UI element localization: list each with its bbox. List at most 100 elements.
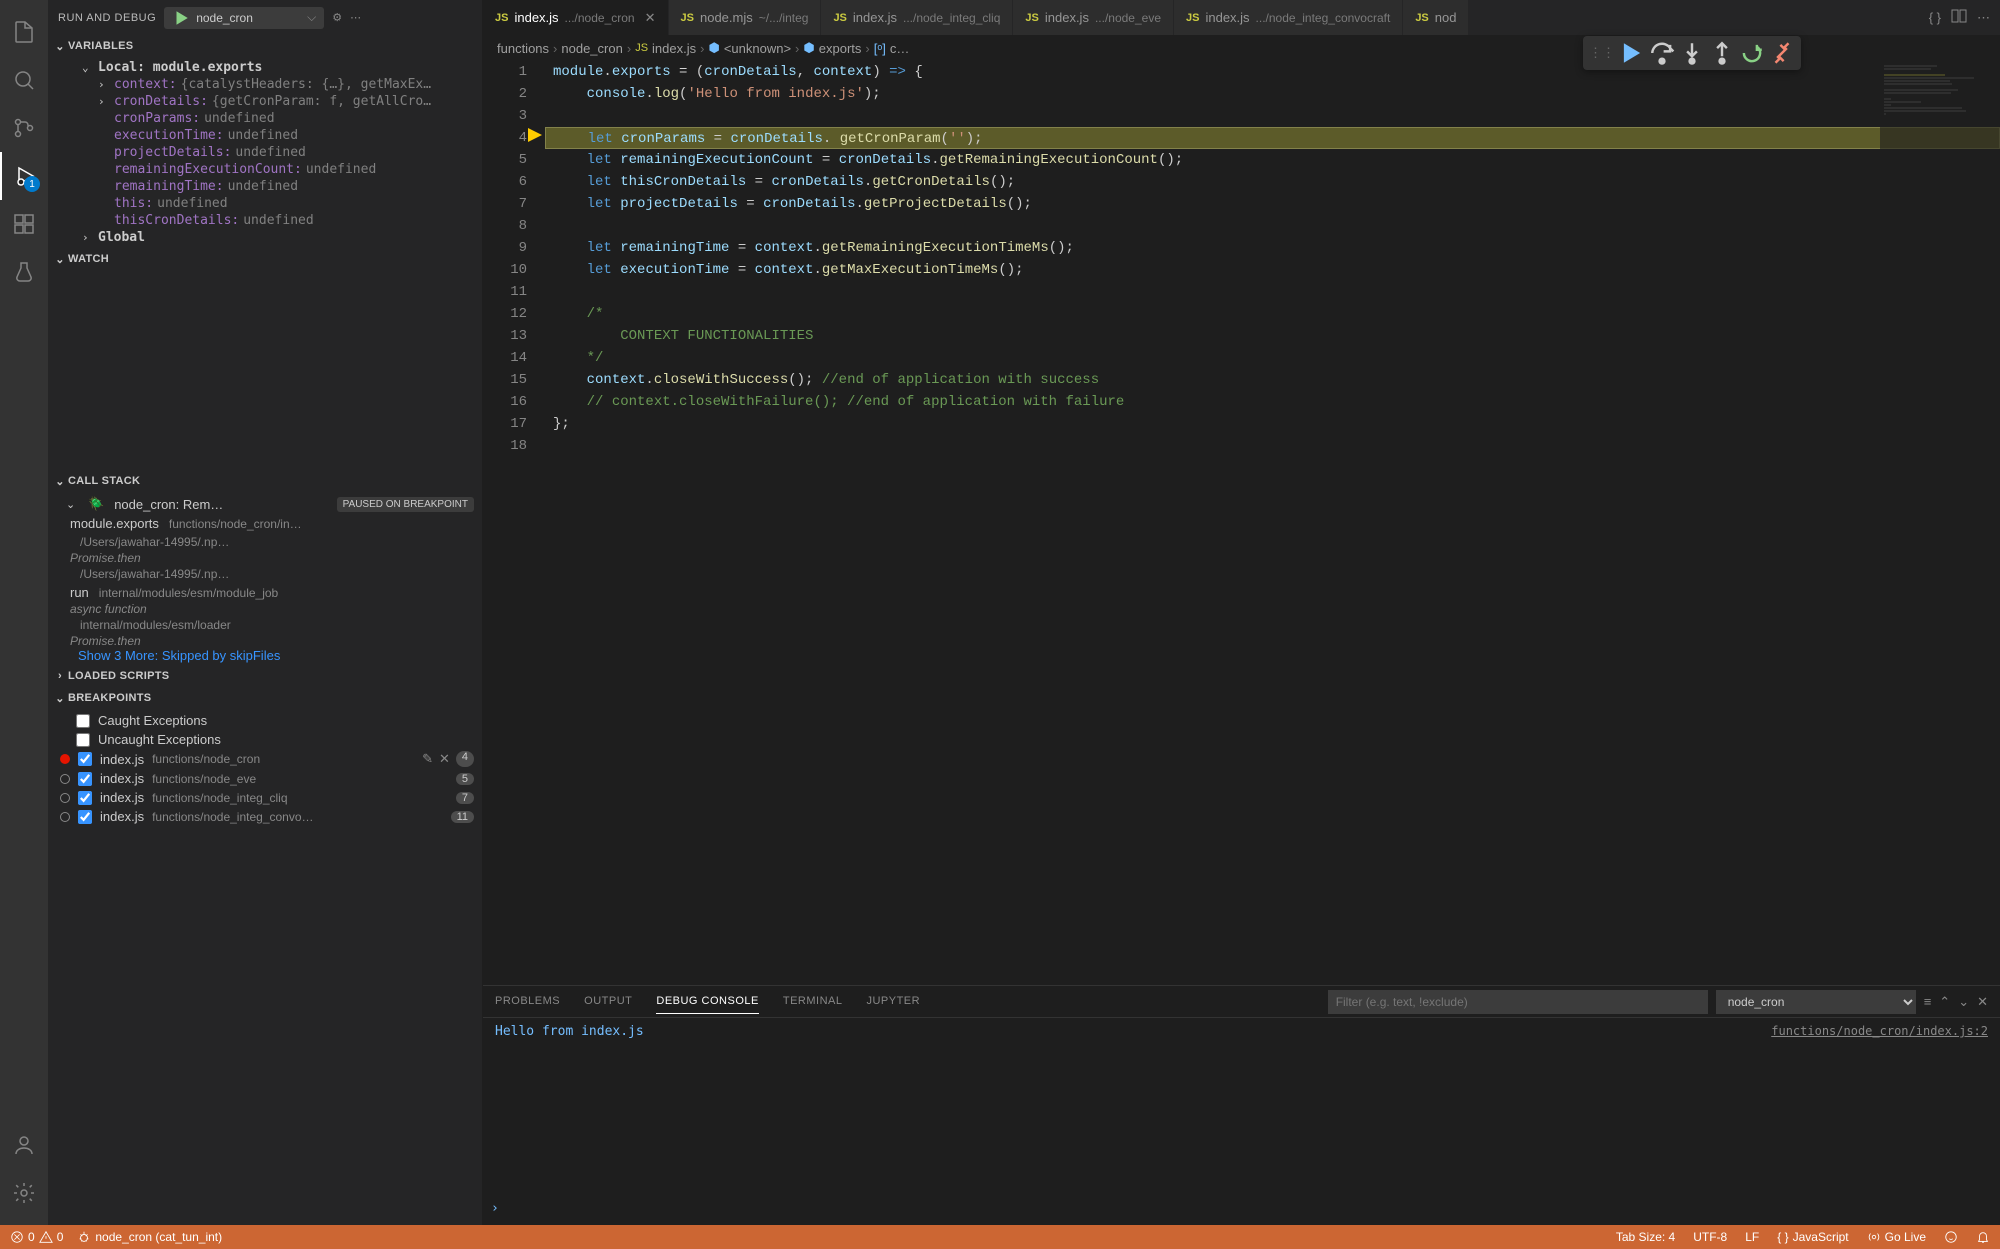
code-line[interactable]: CONTEXT FUNCTIONALITIES bbox=[545, 325, 2000, 347]
editor-body[interactable]: 123456789101112131415161718 module.expor… bbox=[483, 61, 2000, 985]
status-eol[interactable]: LF bbox=[1745, 1230, 1759, 1244]
source-control-icon[interactable] bbox=[0, 104, 48, 152]
breakpoints-section[interactable]: ⌄ BREAKPOINTS bbox=[48, 687, 482, 709]
code-line[interactable]: let thisCronDetails = cronDetails.getCro… bbox=[545, 171, 2000, 193]
code-line[interactable]: let executionTime = context.getMaxExecut… bbox=[545, 259, 2000, 281]
checkbox[interactable] bbox=[76, 733, 90, 747]
breakpoint-row[interactable]: index.jsfunctions/node_integ_convo…11 bbox=[48, 807, 482, 826]
edit-icon[interactable]: ✎ bbox=[422, 751, 433, 767]
callstack-frame[interactable]: /Users/jawahar-14995/.np… bbox=[48, 565, 482, 583]
close-icon[interactable]: ✕ bbox=[439, 751, 450, 767]
extensions-icon[interactable] bbox=[0, 200, 48, 248]
debug-config-select[interactable]: node_cron ⌵ bbox=[164, 7, 324, 29]
checkbox[interactable] bbox=[78, 791, 92, 805]
callstack-frame[interactable]: internal/modules/esm/loader bbox=[48, 616, 482, 634]
callstack-frame[interactable]: /Users/jawahar-14995/.np… bbox=[48, 533, 482, 551]
editor-tab[interactable]: JSindex.js.../node_cron✕ bbox=[483, 0, 669, 35]
callstack-frame[interactable]: runinternal/modules/esm/module_job bbox=[48, 583, 482, 602]
variable-row[interactable]: executionTime: undefined bbox=[48, 127, 482, 144]
more-icon[interactable]: ⋯ bbox=[350, 11, 361, 24]
panel-tab[interactable]: OUTPUT bbox=[584, 989, 632, 1014]
code-line[interactable] bbox=[545, 215, 2000, 237]
breakpoint-row[interactable]: index.jsfunctions/node_eve5 bbox=[48, 769, 482, 788]
code-line[interactable]: let projectDetails = cronDetails.getProj… bbox=[545, 193, 2000, 215]
status-tab-size[interactable]: Tab Size: 4 bbox=[1616, 1230, 1675, 1244]
code-line[interactable]: // context.closeWithFailure(); //end of … bbox=[545, 391, 2000, 413]
console-session-select[interactable]: node_cron bbox=[1716, 990, 1916, 1014]
checkbox[interactable] bbox=[78, 810, 92, 824]
drag-handle-icon[interactable]: ⋮⋮ bbox=[1589, 40, 1615, 66]
status-bell-icon[interactable] bbox=[1976, 1230, 1990, 1244]
breakpoint-row[interactable]: index.jsfunctions/node_cron✎✕4 bbox=[48, 749, 482, 769]
loaded-scripts-section[interactable]: › LOADED SCRIPTS bbox=[48, 665, 482, 687]
run-debug-icon[interactable]: 1 bbox=[0, 152, 48, 200]
code-line[interactable]: let remainingTime = context.getRemaining… bbox=[545, 237, 2000, 259]
variable-row[interactable]: cronParams: undefined bbox=[48, 110, 482, 127]
console-filter-input[interactable] bbox=[1328, 990, 1708, 1014]
editor-tab[interactable]: JSindex.js.../node_eve bbox=[1013, 0, 1174, 35]
scope-global[interactable]: › Global bbox=[48, 229, 482, 246]
close-icon[interactable]: ✕ bbox=[1977, 994, 1988, 1010]
status-debug-target[interactable]: node_cron (cat_tun_int) bbox=[77, 1230, 222, 1244]
variable-row[interactable]: remainingTime: undefined bbox=[48, 178, 482, 195]
status-go-live[interactable]: Go Live bbox=[1867, 1230, 1926, 1244]
editor-tab[interactable]: JSnod bbox=[1403, 0, 1469, 35]
explorer-icon[interactable] bbox=[0, 8, 48, 56]
code-line[interactable] bbox=[545, 281, 2000, 303]
split-icon[interactable] bbox=[1951, 8, 1967, 27]
console-prompt[interactable]: › bbox=[483, 1201, 2000, 1225]
checkbox[interactable] bbox=[78, 772, 92, 786]
code-line[interactable] bbox=[545, 435, 2000, 457]
more-icon[interactable]: ⋯ bbox=[1977, 10, 1990, 26]
close-icon[interactable]: ✕ bbox=[645, 10, 656, 26]
breakpoint-row[interactable]: index.jsfunctions/node_integ_cliq7 bbox=[48, 788, 482, 807]
list-icon[interactable]: ≡ bbox=[1924, 994, 1932, 1009]
step-over-button[interactable] bbox=[1649, 40, 1675, 66]
code-line[interactable]: }; bbox=[545, 413, 2000, 435]
variable-row[interactable]: ›context: {catalystHeaders: {…}, getMaxE… bbox=[48, 76, 482, 93]
skip-files-link[interactable]: Show 3 More: Skipped by skipFiles bbox=[48, 648, 482, 663]
checkbox[interactable] bbox=[76, 714, 90, 728]
code-line[interactable]: context.closeWithSuccess(); //end of app… bbox=[545, 369, 2000, 391]
status-errors[interactable]: 0 0 bbox=[10, 1230, 63, 1244]
code-line[interactable]: let remainingExecutionCount = cronDetail… bbox=[545, 149, 2000, 171]
braces-icon[interactable]: { } bbox=[1929, 10, 1941, 25]
chevron-up-icon[interactable]: ⌃ bbox=[1939, 994, 1950, 1010]
test-icon[interactable] bbox=[0, 248, 48, 296]
panel-tab[interactable]: DEBUG CONSOLE bbox=[656, 989, 758, 1014]
code-line[interactable] bbox=[545, 105, 2000, 127]
editor-tab[interactable]: JSnode.mjs~/.../integ bbox=[669, 0, 822, 35]
variable-row[interactable]: ›cronDetails: {getCronParam: f, getAllCr… bbox=[48, 93, 482, 110]
checkbox[interactable] bbox=[78, 752, 92, 766]
variable-row[interactable]: this: undefined bbox=[48, 195, 482, 212]
bp-caught-exceptions[interactable]: Caught Exceptions bbox=[48, 711, 482, 730]
status-feedback-icon[interactable] bbox=[1944, 1230, 1958, 1244]
editor-tab[interactable]: JSindex.js.../node_integ_convocraft bbox=[1174, 0, 1403, 35]
restart-button[interactable] bbox=[1739, 40, 1765, 66]
bp-uncaught-exceptions[interactable]: Uncaught Exceptions bbox=[48, 730, 482, 749]
panel-tab[interactable]: PROBLEMS bbox=[495, 989, 560, 1014]
panel-tab[interactable]: TERMINAL bbox=[783, 989, 843, 1014]
continue-button[interactable] bbox=[1619, 40, 1645, 66]
search-icon[interactable] bbox=[0, 56, 48, 104]
settings-icon[interactable] bbox=[0, 1169, 48, 1217]
callstack-thread[interactable]: ⌄ 🪲 node_cron: Rem… PAUSED ON BREAKPOINT bbox=[48, 494, 482, 514]
scope-local[interactable]: ⌄ Local: module.exports bbox=[48, 59, 482, 76]
editor-tab[interactable]: JSindex.js.../node_integ_cliq bbox=[821, 0, 1013, 35]
panel-tab[interactable]: JUPYTER bbox=[866, 989, 920, 1014]
status-language[interactable]: { }JavaScript bbox=[1777, 1230, 1848, 1244]
variable-row[interactable]: thisCronDetails: undefined bbox=[48, 212, 482, 229]
code-line[interactable]: let cronParams = cronDetails. getCronPar… bbox=[545, 127, 2000, 149]
step-out-button[interactable] bbox=[1709, 40, 1735, 66]
watch-section[interactable]: ⌄ WATCH bbox=[48, 248, 482, 270]
gear-icon[interactable]: ⚙ bbox=[332, 11, 342, 24]
console-source-link[interactable]: functions/node_cron/index.js:2 bbox=[1771, 1024, 1988, 1195]
disconnect-button[interactable] bbox=[1769, 40, 1795, 66]
minimap[interactable] bbox=[1880, 61, 2000, 985]
variables-section[interactable]: ⌄ VARIABLES bbox=[48, 35, 482, 57]
variable-row[interactable]: remainingExecutionCount: undefined bbox=[48, 161, 482, 178]
status-encoding[interactable]: UTF-8 bbox=[1693, 1230, 1727, 1244]
callstack-frame[interactable]: module.exportsfunctions/node_cron/in… bbox=[48, 514, 482, 533]
code-line[interactable]: */ bbox=[545, 347, 2000, 369]
chevron-down-icon[interactable]: ⌄ bbox=[1958, 994, 1969, 1010]
